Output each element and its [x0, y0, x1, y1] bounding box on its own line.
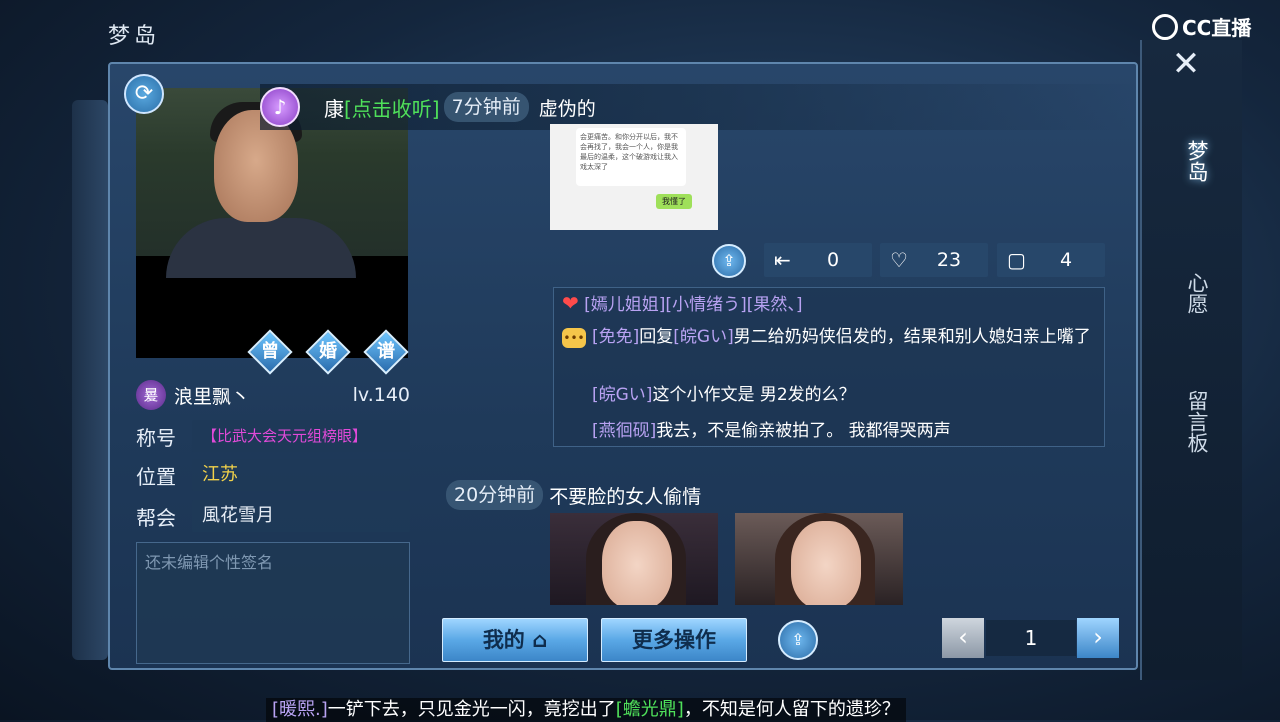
like-count: 23	[936, 249, 962, 271]
comments-box: ❤ [嫣儿姐姐][小情绪う][果然、] ••• [免免]回复[皖Gい]男二给奶妈…	[553, 287, 1105, 447]
location-row: 位置 江苏	[136, 459, 410, 491]
page-title: 梦岛	[108, 24, 161, 49]
heart-icon: ♡	[890, 248, 908, 272]
comment-user[interactable]: [燕徊砚]	[592, 421, 656, 441]
video-figure-robe	[166, 218, 356, 278]
post1-title: 虚伪的	[538, 97, 596, 120]
ticker-user[interactable]: [暖熙.]	[272, 699, 328, 720]
tab-message-board[interactable]: 留言板	[1160, 390, 1210, 453]
comment-icon: ▢	[1007, 248, 1026, 272]
reply-verb: 回复	[639, 327, 674, 347]
system-ticker: [暖熙.]一铲下去，只见金光一闪，竟挖出了[蟾光鼎]，不知是何人留下的遗珍？	[266, 698, 906, 722]
comment-row: ••• [免免]回复[皖Gい]男二给奶妈侠侣发的，结果和别人媳妇亲上嘴了	[562, 326, 1096, 348]
chevron-left-icon[interactable]: ‹	[942, 618, 984, 658]
ticker-text: 一铲下去，只见金光一闪，竟挖出了	[327, 699, 616, 720]
player-level: lv.140	[352, 384, 410, 406]
title-value: 【比武大会天元组榜眼】	[192, 420, 410, 452]
ticker-text-end: ，不知是何人留下的遗珍？	[683, 699, 900, 720]
guild-value: 風花雪月	[192, 500, 410, 532]
refresh-icon[interactable]: ⟳	[124, 74, 164, 114]
cc-live-logo: CC直播	[1152, 12, 1251, 41]
pedigree-label: 谱	[377, 341, 395, 362]
likers-row: ❤ [嫣儿姐姐][小情绪う][果然、]	[562, 292, 1096, 316]
signature-field[interactable]: 还未编辑个性签名	[136, 542, 410, 664]
post2-title: 不要脸的女人偷情	[549, 485, 702, 508]
comment-row: [燕徊砚]我去，不是偷亲被拍了。 我都得哭两声	[562, 420, 1096, 442]
ceng-button[interactable]: 曾	[247, 329, 293, 375]
my-label: 我的	[482, 628, 525, 652]
school-badge-icon: 㬊	[136, 380, 166, 410]
guild-label: 帮会	[136, 505, 176, 530]
chevron-right-icon[interactable]: ›	[1077, 618, 1119, 658]
post2-header: 20分钟前 不要脸的女人偷情	[446, 480, 701, 510]
location-value: 江苏	[192, 459, 410, 491]
player-name: 浪里飘丶	[174, 385, 251, 408]
comment-count: 4	[1059, 249, 1073, 271]
comment-bubble-icon: •••	[562, 328, 586, 348]
cc-logo-icon	[1152, 13, 1178, 40]
post1-time: 7分钟前	[443, 92, 529, 122]
like-button[interactable]: ♡ 23	[880, 243, 988, 277]
chat-screenshot-reply: 我懂了	[656, 194, 692, 209]
share-icon[interactable]: ⇪	[778, 620, 818, 660]
comment-text: 这个小作文是 男2发的么？	[652, 385, 856, 405]
page-number: 1	[986, 620, 1076, 656]
close-icon[interactable]: ✕	[1166, 44, 1206, 84]
more-actions-button[interactable]: 更多操作	[601, 618, 747, 662]
photo-face	[791, 521, 861, 605]
post2-time: 20分钟前	[446, 480, 544, 510]
comment-user[interactable]: [皖Gい]	[592, 385, 652, 405]
photo-face	[602, 521, 672, 605]
chat-screenshot-bubble: 会更痛苦。和你分开以后，我不会再找了，我会一个人，你是我最后的温柔，这个破游戏让…	[576, 128, 686, 186]
relation-buttons: 曾 婚 谱	[247, 329, 409, 375]
tab-wishes[interactable]: 心愿	[1160, 272, 1210, 314]
my-button[interactable]: 我的 ⌂	[442, 618, 588, 662]
side-nav-frame	[1140, 40, 1242, 680]
comment-text: 我去，不是偷亲被拍了。 我都得哭两声	[656, 421, 951, 441]
comment-button[interactable]: ▢ 4	[997, 243, 1105, 277]
marriage-label: 婚	[319, 341, 337, 362]
title-label: 称号	[136, 425, 176, 450]
comment-user[interactable]: [免免]	[592, 327, 639, 347]
marriage-button[interactable]: 婚	[305, 329, 351, 375]
forward-count: 0	[826, 249, 840, 271]
forward-button[interactable]: ⇤ 0	[764, 243, 872, 277]
comment-row: [皖Gい]这个小作文是 男2发的么？	[562, 384, 1096, 406]
brand-text: CC直播	[1182, 16, 1252, 40]
house-icon: ⌂	[532, 628, 548, 652]
player-info: 㬊 浪里飘丶 lv.140	[136, 380, 410, 410]
reply-target[interactable]: [皖Gい]	[673, 327, 733, 347]
comment-text: 男二给奶妈侠侣发的，结果和别人媳妇亲上嘴了	[733, 327, 1091, 347]
music-icon[interactable]: ♪	[260, 87, 300, 127]
guild-row: 帮会 風花雪月	[136, 500, 410, 532]
ticker-item[interactable]: [蟾光鼎]	[616, 699, 684, 720]
post2-photo[interactable]	[550, 513, 718, 605]
book-edge-decoration	[72, 100, 108, 660]
likers-list[interactable]: [嫣儿姐姐][小情绪う][果然、]	[584, 295, 802, 315]
location-label: 位置	[136, 464, 176, 489]
tab-dream-island[interactable]: 梦岛	[1160, 140, 1210, 182]
post1-image[interactable]: 会更痛苦。和你分开以后，我不会再找了，我会一个人，你是我最后的温柔，这个破游戏让…	[550, 124, 718, 230]
pedigree-button[interactable]: 谱	[363, 329, 409, 375]
share-icon[interactable]: ⇪	[712, 244, 746, 278]
music-song: 康	[324, 96, 344, 121]
music-listen-link[interactable]: [点击收听]	[344, 93, 440, 122]
post2-photo[interactable]	[735, 513, 903, 605]
ceng-label: 曾	[261, 341, 279, 362]
heart-icon: ❤	[562, 291, 579, 315]
title-row: 称号 【比武大会天元组榜眼】	[136, 420, 410, 452]
forward-icon: ⇤	[774, 248, 791, 272]
